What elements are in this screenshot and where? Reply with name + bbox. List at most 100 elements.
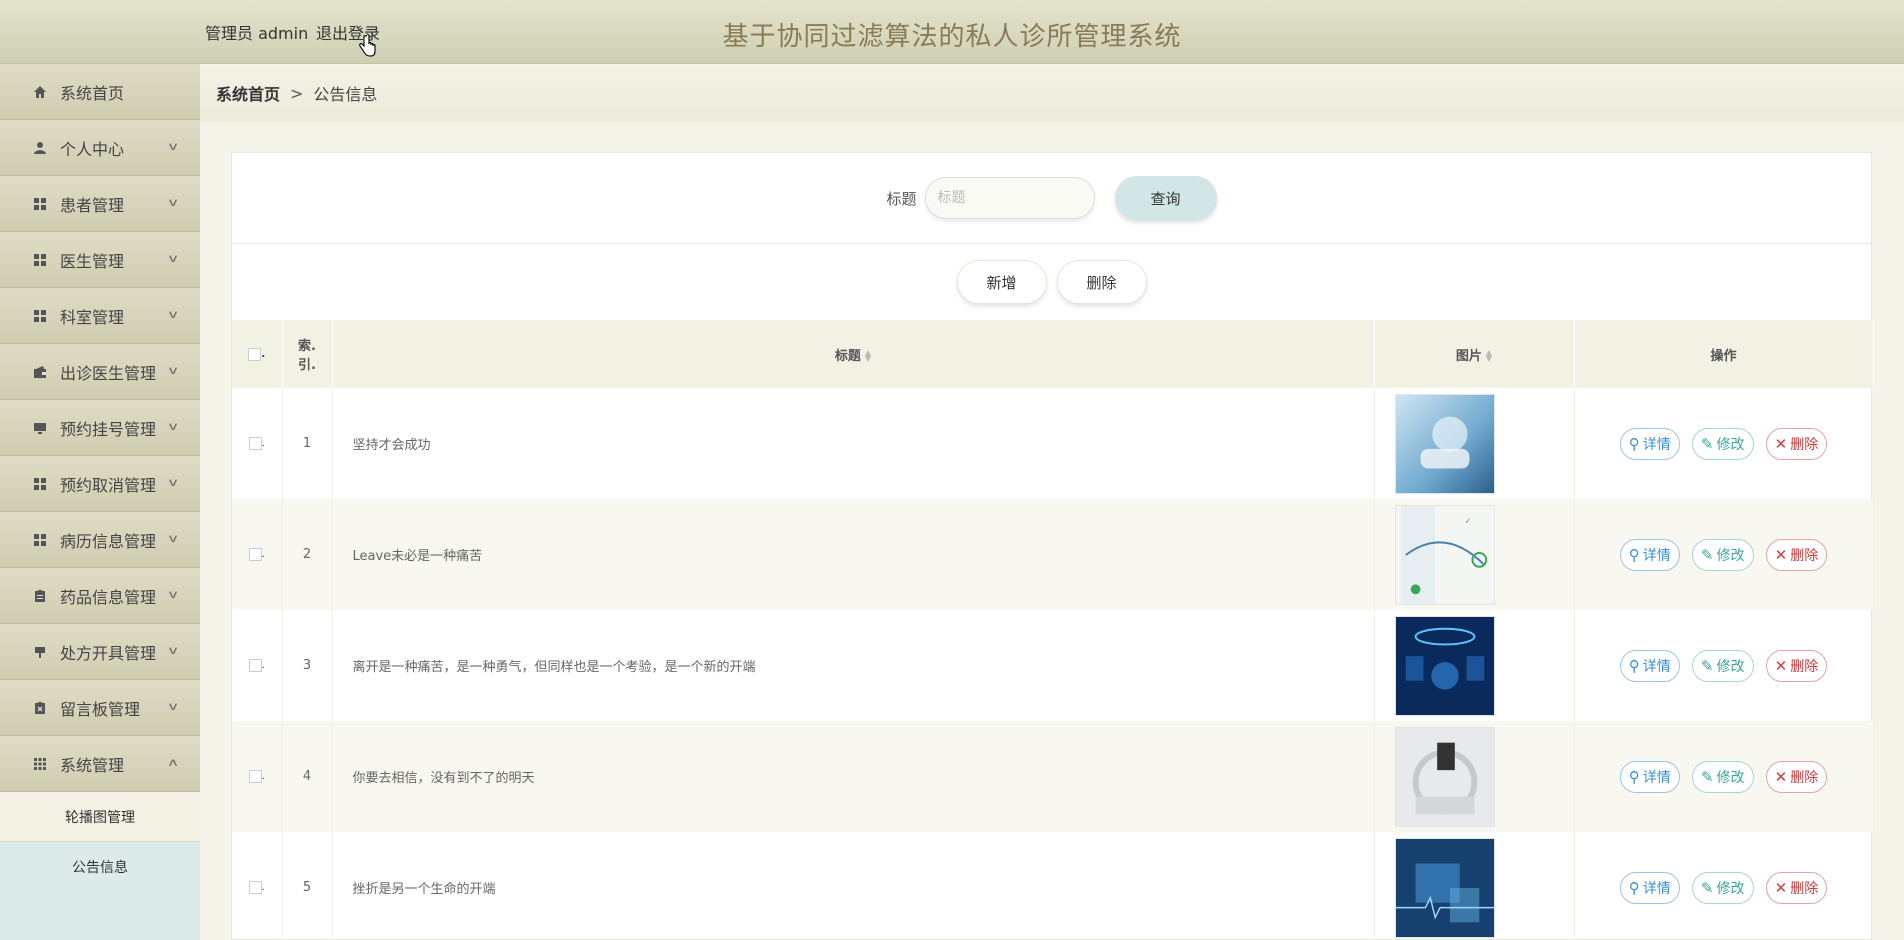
wallet-icon — [32, 364, 48, 380]
row-checkbox[interactable] — [248, 659, 262, 672]
select-all-checkbox[interactable] — [248, 347, 262, 361]
title-header[interactable]: 标题 ▲ ▼ — [332, 320, 1375, 388]
pencil-icon: ✎ — [1700, 545, 1714, 564]
delete-label: 删除 — [1790, 769, 1819, 786]
chevron-down-icon: ∨ — [166, 364, 180, 377]
clipboard-icon — [32, 588, 48, 604]
top-header: 管理员 admin 退出登录 基于协同过滤算法的私人诊所管理系统 — [0, 0, 1904, 64]
batch-delete-button[interactable]: 删除 — [1056, 260, 1147, 304]
edit-button[interactable]: ✎ 修改 — [1691, 538, 1754, 571]
title-header-label: 标题 — [834, 348, 861, 364]
edit-button[interactable]: ✎ 修改 — [1691, 427, 1754, 460]
sort-icon[interactable]: ▲ ▼ — [1486, 349, 1492, 363]
sidebar-item-patients[interactable]: 患者管理 ∨ — [0, 176, 200, 232]
delete-button[interactable]: ✕ 删除 — [1765, 649, 1828, 682]
row-title: 挫折是另一个生命的开端 — [332, 832, 1375, 940]
sidebar-item-appointments[interactable]: 预约挂号管理 ∨ — [0, 400, 200, 456]
search-input[interactable] — [924, 177, 1095, 219]
select-all-header[interactable]: . — [232, 320, 283, 388]
sidebar-item-doctors[interactable]: 医生管理 ∨ — [0, 232, 200, 288]
delete-button[interactable]: ✕ 删除 — [1765, 538, 1828, 571]
detail-button[interactable]: ⚲ 详情 — [1619, 538, 1680, 571]
edit-label: 修改 — [1716, 658, 1745, 675]
sidebar-item-home[interactable]: 系统首页 — [0, 64, 200, 120]
table-row: . 1 坚持才会成功 ⚲ 详情 ✎ 修改 ✕ 删除 — [232, 388, 1874, 499]
sidebar-item-label: 医生管理 — [60, 251, 125, 271]
announcement-thumbnail[interactable] — [1394, 615, 1495, 716]
sidebar-item-medicines[interactable]: 药品信息管理 ∨ — [0, 568, 200, 624]
row-actions: ⚲ 详情 ✎ 修改 ✕ 删除 — [1574, 499, 1874, 610]
sidebar-item-label: 出诊医生管理 — [60, 363, 157, 383]
sign-icon — [32, 644, 48, 660]
sidebar-item-label: 患者管理 — [60, 195, 125, 215]
search-icon: ⚲ — [1628, 434, 1640, 453]
sidebar-item-label: 系统首页 — [60, 83, 125, 103]
hand-cursor-icon — [358, 33, 376, 62]
delete-label: 删除 — [1790, 547, 1819, 564]
chevron-down-icon: ∨ — [166, 252, 180, 265]
close-icon: ✕ — [1774, 434, 1788, 453]
row-checkbox-cell[interactable]: . — [232, 610, 283, 721]
sidebar-item-label: 留言板管理 — [60, 699, 141, 719]
delete-button[interactable]: ✕ 删除 — [1765, 760, 1828, 793]
content-card: 标题 查询 新增 删除 . 索.引. 标题▲▼ 图片▲▼ 操作 . 1 坚持才会… — [231, 152, 1874, 940]
detail-label: 详情 — [1642, 658, 1671, 675]
sidebar-item-visiting-doctors[interactable]: 出诊医生管理 ∨ — [0, 344, 200, 400]
breadcrumb: 系统首页 > 公告信息 — [200, 64, 1904, 122]
clipboard-x-icon — [32, 700, 48, 716]
close-icon: ✕ — [1774, 767, 1788, 786]
announcement-thumbnail[interactable] — [1394, 837, 1495, 938]
row-checkbox-cell[interactable]: . — [232, 388, 283, 499]
sidebar-item-prescriptions[interactable]: 处方开具管理 ∨ — [0, 624, 200, 680]
query-button[interactable]: 查询 — [1114, 176, 1217, 220]
sidebar-item-cancellations[interactable]: 预约取消管理 ∨ — [0, 456, 200, 512]
monitor-icon — [32, 420, 48, 436]
sidebar-item-label: 药品信息管理 — [60, 587, 157, 607]
sidebar-item-medical-records[interactable]: 病历信息管理 ∨ — [0, 512, 200, 568]
announcement-thumbnail[interactable] — [1394, 393, 1495, 494]
row-checkbox[interactable] — [248, 881, 262, 894]
operation-header: 操作 — [1574, 320, 1874, 388]
announcement-thumbnail[interactable]: ✓ — [1394, 504, 1495, 605]
chevron-down-icon: ∨ — [166, 308, 180, 321]
search-icon: ⚲ — [1628, 656, 1640, 675]
sidebar-item-system[interactable]: 系统管理 ∧ — [0, 736, 200, 792]
image-header[interactable]: 图片 ▲ ▼ — [1374, 320, 1575, 388]
detail-button[interactable]: ⚲ 详情 — [1619, 427, 1680, 460]
sidebar-item-departments[interactable]: 科室管理 ∨ — [0, 288, 200, 344]
edit-button[interactable]: ✎ 修改 — [1691, 649, 1754, 682]
row-image-cell — [1374, 610, 1575, 721]
delete-button[interactable]: ✕ 删除 — [1765, 871, 1828, 904]
search-bar: 标题 查询 — [232, 153, 1871, 244]
pencil-icon: ✎ — [1700, 878, 1714, 897]
row-checkbox[interactable] — [248, 770, 262, 783]
sidebar-subitem-carousel[interactable]: 轮播图管理 — [0, 792, 200, 842]
sidebar-item-label: 预约取消管理 — [60, 475, 157, 495]
row-actions: ⚲ 详情 ✎ 修改 ✕ 删除 — [1574, 610, 1874, 721]
sidebar-item-message-board[interactable]: 留言板管理 ∨ — [0, 680, 200, 736]
close-icon: ✕ — [1774, 656, 1788, 675]
announcement-thumbnail[interactable] — [1394, 726, 1495, 827]
row-checkbox-cell[interactable]: . — [232, 721, 283, 832]
detail-label: 详情 — [1642, 880, 1671, 897]
delete-button[interactable]: ✕ 删除 — [1765, 427, 1828, 460]
row-checkbox[interactable] — [248, 548, 262, 561]
row-checkbox-cell[interactable]: . — [232, 499, 283, 610]
row-title: 你要去相信，没有到不了的明天 — [332, 721, 1375, 832]
row-image-cell — [1374, 832, 1575, 940]
search-icon: ⚲ — [1628, 545, 1640, 564]
sidebar-subitem-announcements[interactable]: 公告信息 — [0, 842, 200, 892]
row-checkbox[interactable] — [248, 437, 262, 450]
sidebar-item-label: 预约挂号管理 — [60, 419, 157, 439]
edit-button[interactable]: ✎ 修改 — [1691, 760, 1754, 793]
detail-button[interactable]: ⚲ 详情 — [1619, 649, 1680, 682]
breadcrumb-home[interactable]: 系统首页 — [216, 81, 280, 105]
sort-icon[interactable]: ▲ ▼ — [865, 349, 871, 363]
edit-button[interactable]: ✎ 修改 — [1691, 871, 1754, 904]
detail-button[interactable]: ⚲ 详情 — [1619, 760, 1680, 793]
row-index: 2 — [282, 499, 333, 610]
sidebar-item-personal-center[interactable]: 个人中心 ∨ — [0, 120, 200, 176]
add-button[interactable]: 新增 — [956, 260, 1047, 304]
detail-button[interactable]: ⚲ 详情 — [1619, 871, 1680, 904]
row-checkbox-cell[interactable]: . — [232, 832, 283, 940]
